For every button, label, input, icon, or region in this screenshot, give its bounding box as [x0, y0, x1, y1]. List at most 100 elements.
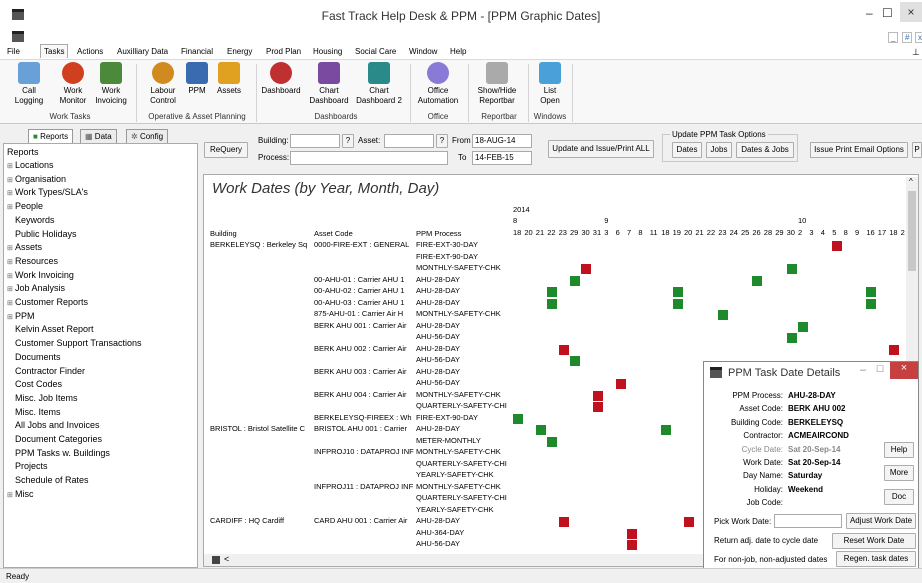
task-date-marker[interactable]	[752, 275, 763, 286]
task-date-marker[interactable]	[547, 436, 558, 447]
expand-icon[interactable]: ⊞	[7, 272, 15, 280]
menu-tasks[interactable]: Tasks	[40, 44, 69, 58]
doc-button[interactable]: Doc	[884, 489, 914, 505]
child-minimize-icon[interactable]: _	[888, 32, 899, 43]
expand-icon[interactable]: ⊞	[7, 176, 15, 184]
chart-dashboard-2-button[interactable]: Chart Dashboard 2	[356, 62, 402, 105]
menu-auxilliary-data[interactable]: Auxilliary Data	[117, 47, 168, 56]
expand-icon[interactable]: ⊞	[7, 285, 15, 293]
update-jobs-button[interactable]: Jobs	[706, 142, 732, 158]
menu-actions[interactable]: Actions	[77, 47, 103, 56]
tree-item[interactable]: Cost Codes	[7, 379, 62, 389]
tree-item[interactable]: Misc. Job Items	[7, 393, 78, 403]
expand-icon[interactable]: ⊞	[7, 244, 15, 252]
reset-work-date-button[interactable]: Reset Work Date	[832, 533, 916, 549]
update-dates-and-jobs-button[interactable]: Dates & Jobs	[736, 142, 794, 158]
task-date-marker[interactable]	[866, 287, 877, 297]
task-date-marker[interactable]	[866, 298, 877, 309]
print-button[interactable]: P	[912, 142, 922, 158]
issue-print-email-options-button[interactable]: Issue Print Email Options	[810, 142, 908, 158]
task-date-marker[interactable]	[661, 425, 672, 435]
menu-window[interactable]: Window	[409, 47, 437, 56]
tree-item[interactable]: Misc. Items	[7, 407, 61, 417]
task-date-marker[interactable]	[547, 287, 558, 297]
tree-item[interactable]: ⊞ Assets	[7, 242, 42, 252]
task-date-marker[interactable]	[718, 310, 729, 320]
h-scroll-thumb[interactable]	[212, 556, 220, 564]
task-date-marker[interactable]	[535, 425, 546, 435]
building-lookup-button[interactable]: ?	[342, 134, 354, 148]
task-date-marker[interactable]	[558, 517, 569, 527]
menu-energy[interactable]: Energy	[227, 47, 252, 56]
asset-lookup-button[interactable]: ?	[436, 134, 448, 148]
task-date-marker[interactable]	[798, 321, 808, 332]
tree-item[interactable]: ⊞ Work Invoicing	[7, 270, 74, 280]
close-icon[interactable]: ×	[900, 2, 922, 22]
menu-help[interactable]: Help	[450, 47, 466, 56]
tree-item[interactable]: Schedule of Rates	[7, 475, 89, 485]
expand-icon[interactable]: ⊞	[7, 189, 15, 197]
expand-icon[interactable]: ⊞	[7, 203, 15, 211]
task-date-marker[interactable]	[513, 413, 523, 424]
child-close-icon[interactable]: x	[915, 32, 922, 43]
tree-item[interactable]: ⊞ People	[7, 201, 43, 211]
pin-icon[interactable]: ⊥	[912, 47, 920, 58]
tree-item[interactable]: Keywords	[7, 215, 55, 225]
menu-file[interactable]: File	[7, 47, 20, 56]
task-date-marker[interactable]	[627, 528, 637, 539]
from-date-input[interactable]: 18-AUG-14	[472, 134, 532, 148]
maximize-icon[interactable]: ☐	[882, 6, 893, 20]
tree-item[interactable]: Contractor Finder	[7, 366, 85, 376]
menu-prod-plan[interactable]: Prod Plan	[266, 47, 301, 56]
requery-button[interactable]: ReQuery	[204, 142, 248, 158]
to-date-input[interactable]: 14-FEB-15	[472, 151, 532, 165]
tree-item[interactable]: ⊞ Locations	[7, 160, 54, 170]
work-monitor-button[interactable]: Work Monitor	[60, 62, 86, 105]
building-input[interactable]	[290, 134, 340, 148]
task-date-marker[interactable]	[672, 298, 683, 309]
process-input[interactable]	[290, 151, 448, 165]
tree-item[interactable]: Document Categories	[7, 434, 102, 444]
work-invoicing-button[interactable]: Work Invoicing	[95, 62, 127, 105]
dialog-maximize-icon[interactable]: ☐	[876, 364, 884, 375]
adjust-work-date-button[interactable]: Adjust Work Date	[846, 513, 916, 529]
chart-dashboard-button[interactable]: Chart Dashboard	[309, 62, 349, 105]
menu-social-care[interactable]: Social Care	[355, 47, 396, 56]
show-hide-reportbar-button[interactable]: Show/Hide Reportbar	[478, 62, 516, 105]
tab-data[interactable]: ▦ Data	[80, 129, 117, 144]
help-button[interactable]: Help	[884, 442, 914, 458]
update-issue-print-all-button[interactable]: Update and Issue/Print ALL	[548, 140, 654, 158]
menu-housing[interactable]: Housing	[313, 47, 342, 56]
dashboard-button[interactable]: Dashboard	[261, 62, 301, 95]
tree-item[interactable]: Customer Support Transactions	[7, 338, 142, 348]
tree-item[interactable]: All Jobs and Invoices	[7, 420, 100, 430]
tree-item[interactable]: ⊞ Resources	[7, 256, 58, 266]
dialog-close-icon[interactable]: ×	[890, 362, 918, 379]
task-date-marker[interactable]	[592, 402, 603, 412]
update-dates-button[interactable]: Dates	[672, 142, 702, 158]
task-date-marker[interactable]	[570, 356, 580, 366]
labour-control-button[interactable]: Labour Control	[150, 62, 176, 105]
task-date-marker[interactable]	[615, 379, 626, 389]
task-date-marker[interactable]	[786, 333, 797, 343]
menu-financial[interactable]: Financial	[181, 47, 213, 56]
minimize-icon[interactable]: –	[866, 6, 873, 20]
task-date-marker[interactable]	[592, 390, 603, 401]
tree-item[interactable]: ⊞ Job Analysis	[7, 283, 65, 293]
regen-task-dates-button[interactable]: Regen. task dates	[836, 551, 916, 567]
tree-item[interactable]: Projects	[7, 461, 48, 471]
tab-config[interactable]: ✲ Config	[126, 129, 169, 144]
tree-root-reports[interactable]: Reports	[7, 147, 39, 157]
task-date-marker[interactable]	[786, 264, 797, 274]
child-restore-icon[interactable]: #	[902, 32, 913, 43]
pick-work-date-input[interactable]	[774, 514, 842, 528]
call-logging-button[interactable]: Call Logging	[15, 62, 43, 105]
expand-icon[interactable]: ⊞	[7, 162, 15, 170]
task-date-marker[interactable]	[832, 241, 843, 251]
task-date-marker[interactable]	[672, 287, 683, 297]
list-open-button[interactable]: List Open	[539, 62, 561, 105]
tree-item[interactable]: Public Holidays	[7, 229, 77, 239]
assets-button[interactable]: Assets	[217, 62, 241, 95]
task-date-marker[interactable]	[684, 517, 694, 527]
scroll-up-icon[interactable]: ^	[909, 177, 913, 186]
